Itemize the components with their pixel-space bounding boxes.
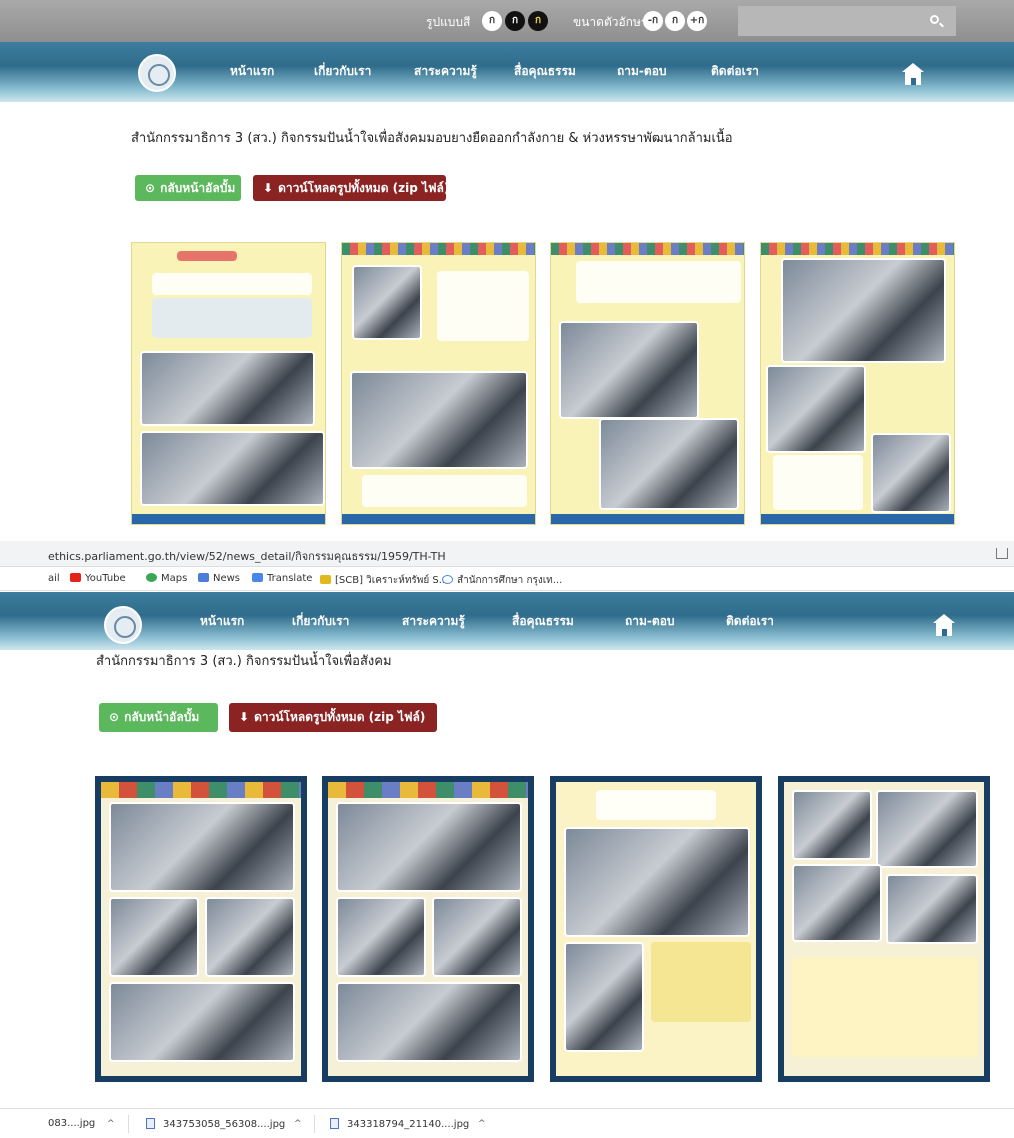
circle-arrow-icon: ⊙ bbox=[145, 181, 156, 195]
album-photo-3[interactable] bbox=[550, 242, 745, 525]
address-bar[interactable]: ethics.parliament.go.th/view/52/news_det… bbox=[0, 541, 1014, 567]
parliament-logo-2[interactable] bbox=[104, 606, 142, 644]
nav-knowledge-2[interactable]: สาระความรู้ bbox=[402, 612, 465, 631]
nav-about[interactable]: เกี่ยวกับเรา bbox=[314, 62, 371, 81]
chevron-up-icon[interactable]: ^ bbox=[107, 1119, 115, 1129]
search-icon[interactable] bbox=[930, 15, 939, 24]
home-icon[interactable] bbox=[902, 63, 924, 85]
album-photo-7[interactable] bbox=[550, 776, 762, 1082]
color-style-label: รูปแบบสี bbox=[426, 15, 471, 29]
home-icon-2[interactable] bbox=[933, 614, 955, 636]
image-file-icon bbox=[330, 1118, 339, 1129]
news-icon bbox=[198, 573, 209, 582]
bookmark-education[interactable]: สำนักการศึกษา กรุงเท... bbox=[442, 573, 562, 588]
bookmark-maps[interactable]: Maps bbox=[146, 573, 187, 584]
download-label: ดาวน์โหลดรูปทั้งหมด (zip ไฟล์) bbox=[278, 181, 450, 195]
download-icon: ⬇ bbox=[263, 181, 274, 195]
nav-ethics-media[interactable]: สื่อคุณธรรม bbox=[514, 62, 576, 81]
downloads-bar: 083....jpg ^ 343753058_56308....jpg ^ 34… bbox=[0, 1108, 1014, 1138]
main-nav: หน้าแรก เกี่ยวกับเรา สาระความรู้ สื่อคุณ… bbox=[0, 42, 1014, 102]
bookmark-translate[interactable]: Translate bbox=[252, 573, 312, 584]
download-zip-button-2[interactable]: ⬇ ดาวน์โหลดรูปทั้งหมด (zip ไฟล์) bbox=[229, 703, 437, 732]
circle-arrow-icon-2: ⊙ bbox=[109, 710, 120, 724]
bookmark-scb[interactable]: [SCB] วิเคราะห์ทรัพย์ S... bbox=[320, 573, 448, 588]
font-normal-button[interactable]: ก bbox=[665, 11, 685, 31]
font-increase-button[interactable]: +ก bbox=[687, 11, 707, 31]
nav-contact[interactable]: ติดต่อเรา bbox=[711, 62, 759, 81]
url-text: ethics.parliament.go.th/view/52/news_det… bbox=[48, 550, 446, 563]
back-to-album-button[interactable]: ⊙ กลับหน้าอัลบั้ม bbox=[135, 175, 241, 201]
image-file-icon bbox=[146, 1118, 155, 1129]
nav-faq[interactable]: ถาม-ตอบ bbox=[617, 62, 667, 81]
page-title-2: สำนักกรรมาธิการ 3 (สว.) กิจกรรมปันน้ำใจเ… bbox=[96, 654, 392, 669]
chevron-up-icon[interactable]: ^ bbox=[478, 1119, 486, 1129]
color-style-dark-button[interactable]: ก bbox=[505, 11, 525, 31]
nav-home[interactable]: หน้าแรก bbox=[230, 62, 274, 81]
download-zip-button[interactable]: ⬇ ดาวน์โหลดรูปทั้งหมด (zip ไฟล์) bbox=[253, 175, 450, 201]
bookmark-news[interactable]: News bbox=[198, 573, 240, 584]
nav-about-2[interactable]: เกี่ยวกับเรา bbox=[292, 612, 349, 631]
album-photo-6[interactable] bbox=[322, 776, 534, 1082]
nav-ethics-media-2[interactable]: สื่อคุณธรรม bbox=[512, 612, 574, 631]
font-size-label: ขนาดตัวอักษร bbox=[573, 15, 648, 29]
color-style-contrast-button[interactable]: ก bbox=[528, 11, 548, 31]
parliament-logo[interactable] bbox=[138, 54, 176, 92]
google-icon bbox=[442, 575, 453, 584]
download-label-2: ดาวน์โหลดรูปทั้งหมด (zip ไฟล์) bbox=[254, 710, 426, 724]
scb-icon bbox=[320, 575, 331, 584]
translate-icon bbox=[252, 573, 263, 582]
album-photo-2[interactable] bbox=[341, 242, 536, 525]
bookmark-youtube[interactable]: YouTube bbox=[70, 573, 126, 584]
page-title: สำนักกรรมาธิการ 3 (สว.) กิจกรรมปันน้ำใจเ… bbox=[131, 131, 733, 146]
font-decrease-button[interactable]: -ก bbox=[643, 11, 663, 31]
download-item-3[interactable]: 343318794_21140....jpg bbox=[330, 1118, 469, 1130]
main-nav-2: หน้าแรก เกี่ยวกับเรา สาระความรู้ สื่อคุณ… bbox=[0, 592, 1014, 650]
bookmarks-bar: ail YouTube Maps News Translate [SCB] วิ… bbox=[0, 567, 1014, 591]
download-item-1[interactable]: 083....jpg bbox=[48, 1118, 95, 1129]
nav-faq-2[interactable]: ถาม-ตอบ bbox=[625, 612, 675, 631]
maps-icon bbox=[146, 573, 157, 582]
nav-knowledge[interactable]: สาระความรู้ bbox=[414, 62, 477, 81]
share-icon[interactable] bbox=[996, 548, 1008, 559]
back-to-album-button-2[interactable]: ⊙ กลับหน้าอัลบั้ม bbox=[99, 703, 218, 732]
nav-contact-2[interactable]: ติดต่อเรา bbox=[726, 612, 774, 631]
download-icon-2: ⬇ bbox=[239, 710, 250, 724]
accessibility-bar: รูปแบบสี ก ก ก ขนาดตัวอักษร -ก ก +ก bbox=[0, 0, 1014, 42]
album-photo-5[interactable] bbox=[95, 776, 307, 1082]
youtube-icon bbox=[70, 573, 81, 582]
download-item-2[interactable]: 343753058_56308....jpg bbox=[146, 1118, 285, 1130]
album-photo-1[interactable] bbox=[131, 242, 326, 525]
album-photo-4[interactable] bbox=[760, 242, 955, 525]
bookmark-gmail[interactable]: ail bbox=[48, 573, 60, 584]
chevron-up-icon[interactable]: ^ bbox=[294, 1119, 302, 1129]
color-style-normal-button[interactable]: ก bbox=[482, 11, 502, 31]
back-label: กลับหน้าอัลบั้ม bbox=[160, 181, 236, 195]
back-label-2: กลับหน้าอัลบั้ม bbox=[124, 710, 200, 724]
search-input[interactable] bbox=[738, 6, 956, 36]
nav-home-2[interactable]: หน้าแรก bbox=[200, 612, 244, 631]
album-photo-8[interactable] bbox=[778, 776, 990, 1082]
